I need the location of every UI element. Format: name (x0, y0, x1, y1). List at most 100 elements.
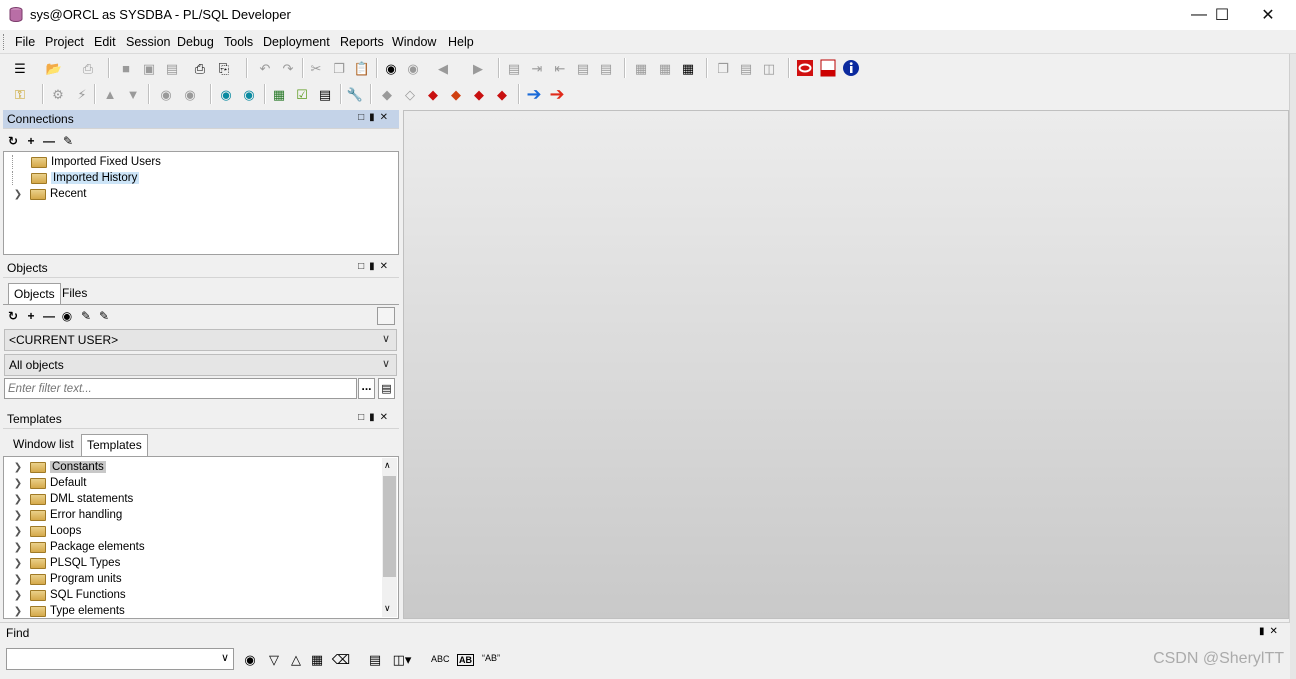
print-icon[interactable]: ⎙ (190, 58, 210, 78)
pdf-icon[interactable] (818, 58, 838, 78)
menu-deployment[interactable]: Deployment (263, 35, 330, 49)
commit-icon[interactable]: ▲ (100, 84, 120, 104)
report-icon[interactable]: ▤ (315, 84, 335, 104)
tools-icon[interactable]: ▦ (269, 84, 289, 104)
tree-item-template[interactable]: ❯ Package elements (12, 539, 145, 555)
tree-item-recent[interactable]: ❯ Recent (12, 186, 87, 202)
whole-word-option[interactable]: AB (457, 654, 474, 666)
tree-item-imported-fixed-users[interactable]: Imported Fixed Users (12, 154, 161, 170)
mdi-workspace[interactable] (403, 110, 1289, 619)
tree-item-template[interactable]: ❯ Type elements (12, 603, 125, 619)
scroll-down-icon[interactable]: ∨ (384, 603, 391, 614)
execute-gear-icon[interactable]: ⚙ (48, 84, 68, 104)
command-window-icon[interactable]: ▦ (678, 58, 698, 78)
chevron-right-icon[interactable]: ❯ (12, 542, 24, 553)
arrow-right-red-icon[interactable]: ➔ (547, 84, 567, 104)
chevron-right-icon[interactable]: ❯ (12, 462, 24, 473)
db-disconnect-icon[interactable]: ◉ (239, 84, 259, 104)
lowercase-icon[interactable]: ▤ (596, 58, 616, 78)
match-case-option[interactable]: ABC (431, 654, 450, 664)
properties-icon[interactable]: ✎ (97, 308, 111, 324)
plugin-gray-1-icon[interactable]: ◆ (377, 84, 397, 104)
tree-item-template[interactable]: ❯ Program units (12, 571, 122, 587)
plugin-gray-2-icon[interactable]: ◇ (400, 84, 420, 104)
save-icon[interactable]: ■ (116, 58, 136, 78)
indent-icon[interactable]: ⇥ (527, 58, 547, 78)
filter-text-input[interactable] (4, 378, 357, 399)
checklist-icon[interactable]: ☑ (292, 84, 312, 104)
tree-item-imported-history[interactable]: Imported History (12, 170, 140, 186)
oracle-icon[interactable] (795, 58, 815, 78)
refresh-icon[interactable]: ↻ (6, 133, 20, 149)
cut-icon[interactable]: ✂ (306, 58, 326, 78)
chevron-right-icon[interactable]: ❯ (12, 510, 24, 521)
open-folder-icon[interactable]: 📂 (44, 58, 64, 78)
chevron-right-icon[interactable]: ❯ (12, 574, 24, 585)
unindent-icon[interactable]: ⇤ (550, 58, 570, 78)
tab-files[interactable]: Files (57, 283, 92, 305)
plugin-red-3-icon[interactable]: ◆ (469, 84, 489, 104)
test-window-icon[interactable]: ▦ (655, 58, 675, 78)
tree-item-template[interactable]: ❯ Error handling (12, 507, 122, 523)
filter-options-icon[interactable]: ▤ (378, 378, 395, 399)
find-binoculars-icon[interactable]: ◉ (60, 308, 74, 324)
break-icon[interactable]: ⚡ (72, 84, 92, 104)
navigate-forward-icon[interactable]: ▶ (468, 58, 488, 78)
panel-controls[interactable]: □▮✕ (358, 261, 393, 272)
tile-horizontal-icon[interactable]: ▤ (736, 58, 756, 78)
arrow-right-blue-icon[interactable]: ➔ (524, 84, 544, 104)
new-file-icon[interactable]: ☰ (10, 58, 30, 78)
chevron-right-icon[interactable]: ❯ (12, 526, 24, 537)
tab-window-list[interactable]: Window list (8, 434, 79, 456)
navigate-back-icon[interactable]: ◀ (433, 58, 453, 78)
sql-window-icon[interactable]: ▦ (631, 58, 651, 78)
menu-project[interactable]: Project (45, 35, 84, 49)
find-next-icon[interactable]: ▽ (264, 649, 284, 669)
menu-window[interactable]: Window (392, 35, 436, 49)
chevron-right-icon[interactable]: ❯ (12, 494, 24, 505)
plugin-red-2-icon[interactable]: ◆ (446, 84, 466, 104)
tree-item-template[interactable]: ❯ PLSQL Types (12, 555, 121, 571)
object-checkbox[interactable] (377, 307, 395, 325)
highlight-all-icon[interactable]: ▦ (307, 649, 327, 669)
properties-icon[interactable]: ✎ (61, 133, 75, 149)
tree-item-template[interactable]: ❯ DML statements (12, 491, 134, 507)
print-setup-icon[interactable]: ⎘ (214, 58, 234, 78)
cascade-windows-icon[interactable]: ❐ (713, 58, 733, 78)
add-icon[interactable]: + (24, 133, 38, 149)
plugin-red-1-icon[interactable]: ◆ (423, 84, 443, 104)
chevron-right-icon[interactable]: ❯ (12, 478, 24, 489)
paste-icon[interactable]: 📋 (352, 58, 372, 78)
save-as-icon[interactable]: ▣ (139, 58, 159, 78)
close-button[interactable]: ✕ (1245, 0, 1291, 30)
db-connect-icon[interactable]: ◉ (216, 84, 236, 104)
logon-key-icon[interactable]: ⚿ (10, 84, 30, 104)
eraser-icon[interactable]: ⌫ (331, 649, 351, 669)
refresh-icon[interactable]: ↻ (6, 308, 20, 324)
panel-controls[interactable]: ▮✕ (1259, 626, 1283, 637)
print-dropdown-icon[interactable]: ⎙ (78, 58, 98, 78)
comment-icon[interactable]: ▤ (504, 58, 524, 78)
rollback-icon[interactable]: ▼ (123, 84, 143, 104)
find-binoculars-icon[interactable]: ◉ (240, 649, 260, 669)
menu-tools[interactable]: Tools (224, 35, 253, 49)
maximize-button[interactable]: ☐ (1199, 0, 1245, 30)
tab-templates[interactable]: Templates (81, 434, 148, 456)
selection-only-icon[interactable]: ▤ (365, 649, 385, 669)
plsql-profiler-icon[interactable]: ◉ (180, 84, 200, 104)
wrench-icon[interactable]: 🔧 (345, 84, 365, 104)
menu-session[interactable]: Session (126, 35, 170, 49)
redo-icon[interactable]: ↷ (278, 58, 298, 78)
vertical-scrollbar[interactable]: ∧ ∨ (382, 458, 397, 617)
filter-icon[interactable]: ✎ (79, 308, 93, 324)
user-select[interactable]: <CURRENT USER> ∨ (4, 329, 397, 351)
regex-option[interactable]: “AB” (482, 653, 500, 663)
find-binoculars-icon[interactable]: ◉ (381, 58, 401, 78)
tile-vertical-icon[interactable]: ◫ (759, 58, 779, 78)
menu-reports[interactable]: Reports (340, 35, 384, 49)
chevron-right-icon[interactable]: ❯ (12, 558, 24, 569)
panel-controls[interactable]: □▮✕ (358, 112, 393, 123)
sql-trace-icon[interactable]: ◉ (156, 84, 176, 104)
menu-edit[interactable]: Edit (94, 35, 116, 49)
document-dropdown-icon[interactable]: ◫▾ (392, 649, 412, 669)
